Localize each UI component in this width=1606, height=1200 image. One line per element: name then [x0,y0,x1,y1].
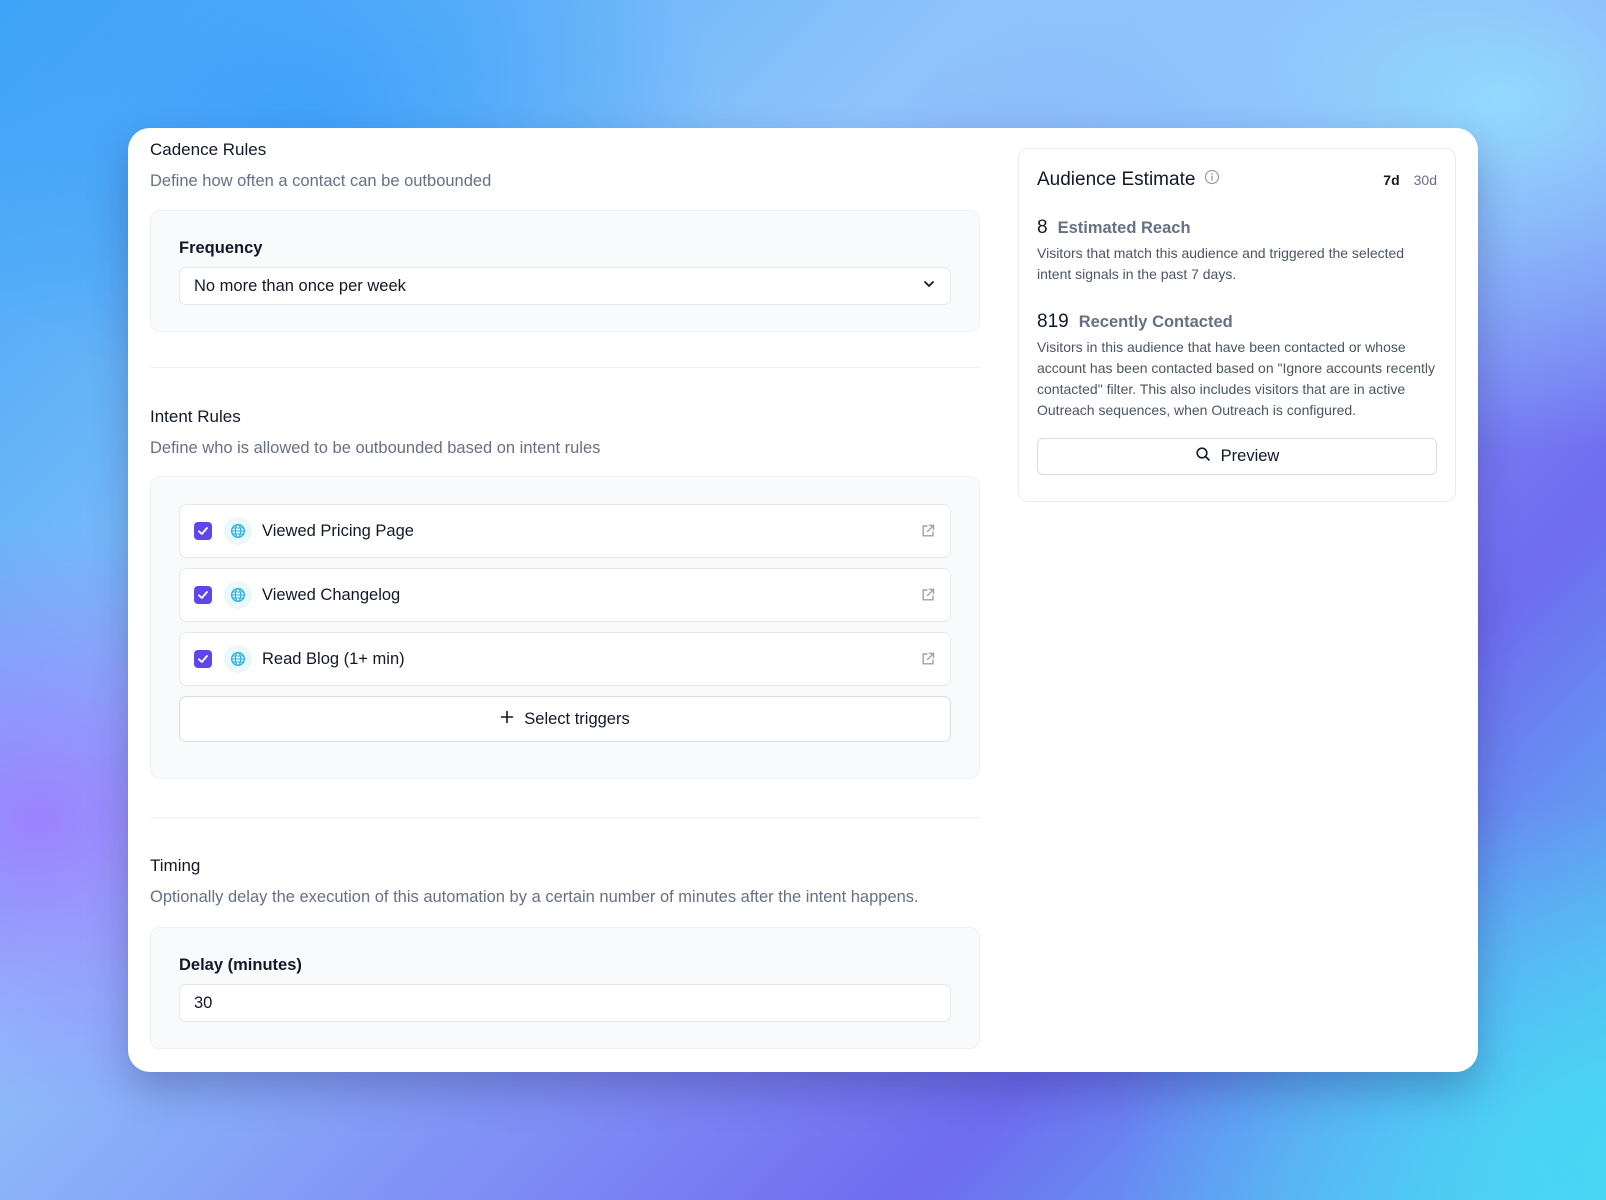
trigger-row[interactable]: Viewed Pricing Page [179,504,951,558]
estimated-reach-label: Estimated Reach [1057,219,1191,237]
trigger-checkbox[interactable] [194,650,212,668]
globe-icon [224,517,252,545]
search-icon [1195,446,1211,467]
check-icon [198,655,208,663]
delay-value: 30 [194,993,213,1012]
range-toggle: 7d 30d [1383,172,1437,188]
range-7d[interactable]: 7d [1383,172,1399,188]
cadence-title: Cadence Rules [150,140,267,159]
check-icon [198,527,208,535]
external-link-icon[interactable] [920,587,936,608]
preview-button[interactable]: Preview [1037,438,1437,475]
frequency-panel: Frequency No more than once per week [150,210,980,332]
select-triggers-button[interactable]: Select triggers [179,696,951,742]
info-icon[interactable] [1204,169,1220,191]
recently-contacted-description: Visitors in this audience that have been… [1037,339,1436,418]
section-divider [150,367,980,368]
audience-title: Audience Estimate [1037,169,1196,190]
trigger-label: Read Blog (1+ min) [262,649,405,668]
recently-contacted-block: 819 Recently Contacted Visitors in this … [1037,311,1437,421]
estimated-reach-description: Visitors that match this audience and tr… [1037,245,1405,282]
timing-title: Timing [150,856,201,875]
section-divider [150,817,980,818]
estimated-reach-value: 8 [1037,217,1048,238]
estimated-reach-block: 8 Estimated Reach Visitors that match th… [1037,217,1437,285]
trigger-checkbox[interactable] [194,586,212,604]
intent-description: Define who is allowed to be outbounded b… [150,439,601,457]
frequency-value: No more than once per week [194,276,406,295]
trigger-label: Viewed Changelog [262,585,401,604]
frequency-select[interactable]: No more than once per week [179,267,951,305]
automation-settings-card: Cadence Rules Define how often a contact… [128,128,1478,1072]
external-link-icon[interactable] [920,651,936,672]
trigger-checkbox[interactable] [194,522,212,540]
delay-input[interactable]: 30 [179,984,951,1022]
chevron-down-icon [922,277,936,296]
trigger-label: Viewed Pricing Page [262,521,414,540]
preview-label: Preview [1220,447,1280,465]
cadence-description: Define how often a contact can be outbou… [150,172,492,190]
triggers-panel: Viewed Pricing Page Viewed Changelog Rea… [150,476,980,779]
check-icon [198,591,208,599]
audience-estimate-panel: Audience Estimate 7d 30d 8 Estimated Rea… [1018,148,1456,502]
delay-label: Delay (minutes) [179,956,302,974]
external-link-icon[interactable] [920,523,936,544]
globe-icon [224,581,252,609]
trigger-row[interactable]: Viewed Changelog [179,568,951,622]
delay-panel: Delay (minutes) 30 [150,927,980,1049]
plus-icon [500,710,514,729]
globe-icon [224,645,252,673]
intent-title: Intent Rules [150,407,241,426]
recently-contacted-label: Recently Contacted [1078,313,1233,331]
range-30d[interactable]: 30d [1414,172,1437,188]
trigger-row[interactable]: Read Blog (1+ min) [179,632,951,686]
timing-description: Optionally delay the execution of this a… [150,888,919,906]
frequency-label: Frequency [179,239,263,257]
select-triggers-label: Select triggers [524,709,630,728]
recently-contacted-value: 819 [1037,311,1069,332]
